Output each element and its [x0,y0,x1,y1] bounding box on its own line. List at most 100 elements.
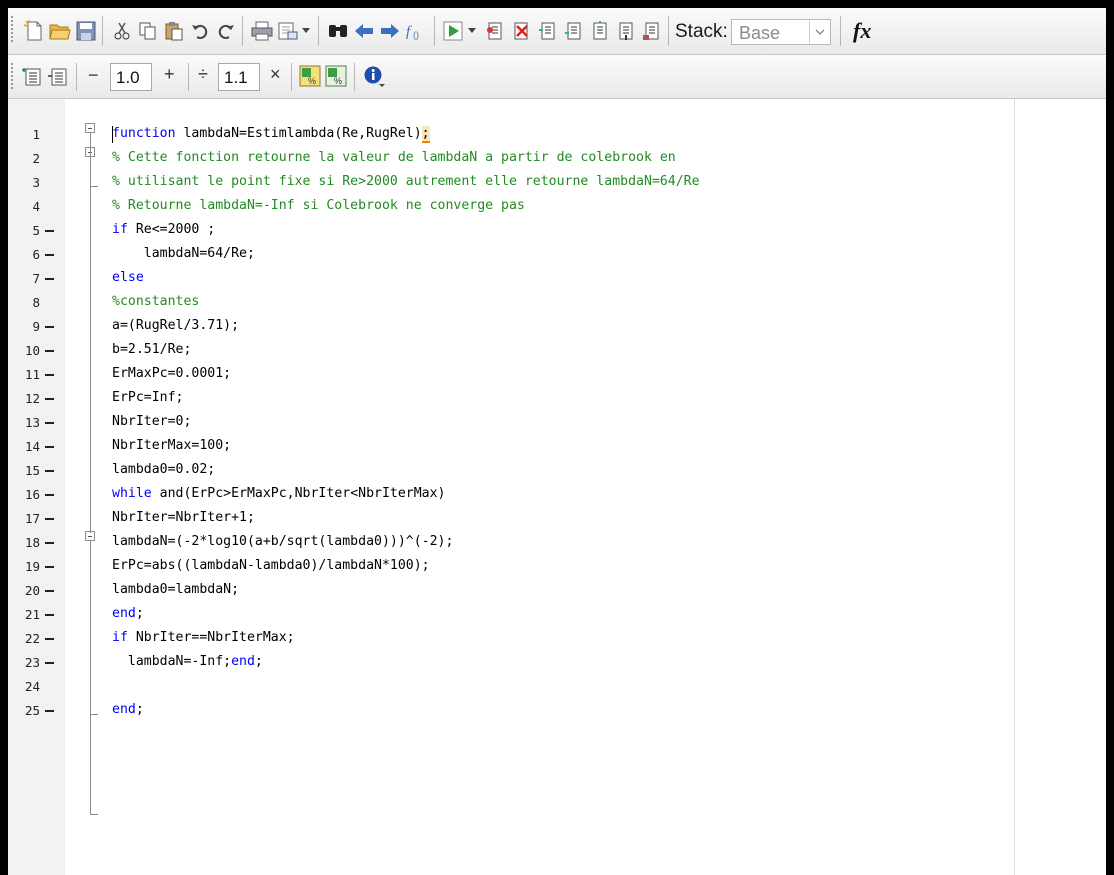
breakpoint-dash-marker[interactable] [45,494,54,496]
code-line[interactable]: 18 lambdaN=(-2*log10(a+b/sqrt(lambda0)))^… [8,531,1014,555]
code-line[interactable]: 9 a=(RugRel/3.71); [8,315,1014,339]
remove-cell-divider-icon[interactable] [46,65,70,89]
divide-value-field[interactable]: 1.1 [218,63,260,91]
code-line[interactable]: 21 end; [8,603,1014,627]
code-text: if Re<=2000 ; [112,222,215,237]
code-line[interactable]: 22 if NbrIter==NbrIterMax; [8,627,1014,651]
code-line[interactable]: 10 b=2.51/Re; [8,339,1014,363]
print-menu-chevron-icon[interactable] [300,19,312,43]
code-line[interactable]: 3 % utilisant le point fixe si Re>2000 au… [8,171,1014,195]
breakpoint-dash-marker[interactable] [45,590,54,592]
stack-select[interactable]: Base [731,19,831,45]
divide-button[interactable]: ÷ [198,64,208,85]
code-line[interactable]: 13 NbrIter=0; [8,411,1014,435]
run-menu-chevron-icon[interactable] [466,19,478,43]
code-token: ErPc=Inf; [112,390,184,405]
code-line[interactable]: 1 function lambdaN=Estimlambda(Re,RugRel)… [8,123,1014,147]
breakpoint-dash-marker[interactable] [45,446,54,448]
cut-icon[interactable] [110,19,134,43]
insert-cell-divider-icon[interactable] [20,65,44,89]
keyword-token: if [112,630,128,645]
code-line[interactable]: 16 while and(ErPc>ErMaxPc,NbrIter<NbrIter… [8,483,1014,507]
toolbar-grip[interactable] [11,16,13,44]
editor-window: f() Stack: Base fx − 1.0 + ÷ 1.1 × % % 1… [8,8,1106,875]
breakpoint-dash-marker[interactable] [45,374,54,376]
breakpoint-dash-marker[interactable] [45,638,54,640]
code-line[interactable]: 11 ErMaxPc=0.0001; [8,363,1014,387]
chevron-down-icon[interactable] [809,20,830,44]
step-icon[interactable] [536,19,560,43]
code-line[interactable]: 4 % Retourne lambdaN=-Inf si Colebrook ne… [8,195,1014,219]
copy-icon[interactable] [136,19,160,43]
forward-arrow-icon[interactable] [378,19,402,43]
decrement-value-field[interactable]: 1.0 [110,63,152,91]
code-line[interactable]: 17 NbrIter=NbrIter+1; [8,507,1014,531]
save-icon[interactable] [74,19,98,43]
code-line[interactable]: 25 end; [8,699,1014,723]
redo-icon[interactable] [214,19,238,43]
warning-token: ; [421,126,430,143]
code-text: NbrIter=0; [112,414,191,429]
code-line[interactable]: 12 ErPc=Inf; [8,387,1014,411]
code-line[interactable]: 24 [8,675,1014,699]
multiply-button[interactable]: × [270,64,281,85]
print-preview-icon[interactable] [276,19,300,43]
breakpoint-dash-marker[interactable] [45,518,54,520]
breakpoint-dash-marker[interactable] [45,230,54,232]
code-line[interactable]: 20 lambda0=lambdaN; [8,579,1014,603]
find-icon[interactable] [326,19,350,43]
insert-breakpoint-icon[interactable] [484,19,508,43]
code-line[interactable]: 7 else [8,267,1014,291]
code-text: lambda0=0.02; [112,462,215,477]
open-folder-icon[interactable] [48,19,72,43]
increment-button[interactable]: + [164,64,175,85]
breakpoint-dash-marker[interactable] [45,470,54,472]
code-text: end; [112,702,144,717]
evaluate-advance-icon[interactable]: % [324,64,348,88]
paste-icon[interactable] [162,19,186,43]
back-arrow-icon[interactable] [352,19,376,43]
help-info-icon[interactable] [362,64,386,88]
new-file-icon[interactable] [22,19,46,43]
line-number: 10 [24,343,40,358]
breakpoint-dash-marker[interactable] [45,566,54,568]
exit-debug-icon[interactable] [640,19,664,43]
code-editor[interactable]: 1 function lambdaN=Estimlambda(Re,RugRel)… [8,99,1106,875]
breakpoint-dash-marker[interactable] [45,662,54,664]
breakpoint-dash-marker[interactable] [45,350,54,352]
print-icon[interactable] [250,19,274,43]
breakpoint-dash-marker[interactable] [45,278,54,280]
breakpoint-dash-marker[interactable] [45,326,54,328]
code-line[interactable]: 8 %constantes [8,291,1014,315]
run-icon[interactable] [442,19,466,43]
code-text: else [112,270,144,285]
code-text: lambda0=lambdaN; [112,582,239,597]
evaluate-cell-icon[interactable]: % [298,64,322,88]
code-line[interactable]: 14 NbrIterMax=100; [8,435,1014,459]
code-text: if NbrIter==NbrIterMax; [112,630,295,645]
fx-icon[interactable]: fx [853,18,871,44]
breakpoint-dash-marker[interactable] [45,710,54,712]
continue-icon[interactable] [614,19,638,43]
line-number: 7 [32,271,40,286]
breakpoint-dash-marker[interactable] [45,254,54,256]
code-line[interactable]: 23 lambdaN=-Inf;end; [8,651,1014,675]
undo-icon[interactable] [188,19,212,43]
clear-breakpoint-icon[interactable] [510,19,534,43]
function-browser-icon[interactable]: f() [404,19,428,43]
code-line[interactable]: 2 % Cette fonction retourne la valeur de … [8,147,1014,171]
code-line[interactable]: 19 ErPc=abs((lambdaN-lambda0)/lambdaN*100… [8,555,1014,579]
code-line[interactable]: 6 lambdaN=64/Re; [8,243,1014,267]
toolbar-grip[interactable] [11,63,13,91]
code-line[interactable]: 5 if Re<=2000 ; [8,219,1014,243]
line-number: 22 [24,631,40,646]
breakpoint-dash-marker[interactable] [45,422,54,424]
breakpoint-dash-marker[interactable] [45,398,54,400]
breakpoint-dash-marker[interactable] [45,542,54,544]
decrement-button[interactable]: − [88,65,99,86]
breakpoint-dash-marker[interactable] [45,614,54,616]
step-out-icon[interactable] [588,19,612,43]
keyword-token: while [112,486,152,501]
code-line[interactable]: 15 lambda0=0.02; [8,459,1014,483]
step-in-icon[interactable] [562,19,586,43]
